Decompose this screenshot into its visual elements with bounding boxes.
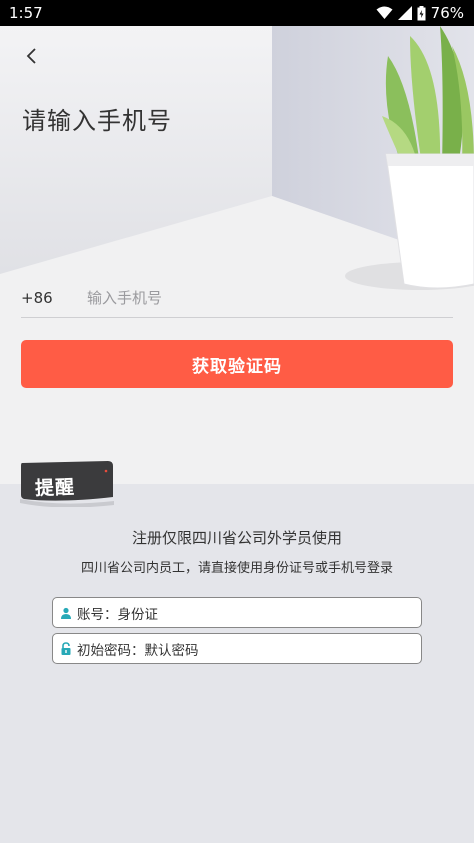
wifi-icon xyxy=(376,6,393,19)
status-icons: 76% xyxy=(376,4,464,22)
lock-icon xyxy=(59,642,73,656)
battery-level: 76% xyxy=(430,4,464,22)
phone-field: +86 xyxy=(21,278,453,318)
reminder-label: 提醒 xyxy=(34,476,76,500)
country-code[interactable]: +86 xyxy=(21,289,87,307)
back-button[interactable] xyxy=(18,42,46,70)
phone-input[interactable] xyxy=(87,288,427,307)
battery-icon xyxy=(417,5,426,20)
get-code-button[interactable]: 获取验证码 xyxy=(21,340,453,388)
status-bar: 1:57 76% xyxy=(0,0,474,26)
page-title: 请输入手机号 xyxy=(22,107,172,135)
password-text: 初始密码：默认密码 xyxy=(77,642,199,659)
header-area: 请输入手机号 +86 获取验证码 xyxy=(0,26,474,484)
person-icon xyxy=(59,606,73,620)
account-info-box: 账号：身份证 xyxy=(52,597,422,628)
notice-description: 四川省公司内员工，请直接使用身份证号或手机号登录 xyxy=(80,561,393,576)
notice-title: 注册仅限四川省公司外学员使用 xyxy=(131,529,342,547)
signal-icon xyxy=(397,6,412,20)
plant-illustration xyxy=(382,26,474,289)
status-time: 1:57 xyxy=(9,4,43,22)
account-text: 账号：身份证 xyxy=(77,606,158,623)
back-chevron-icon xyxy=(26,48,36,64)
password-info-box: 初始密码：默认密码 xyxy=(52,633,422,664)
